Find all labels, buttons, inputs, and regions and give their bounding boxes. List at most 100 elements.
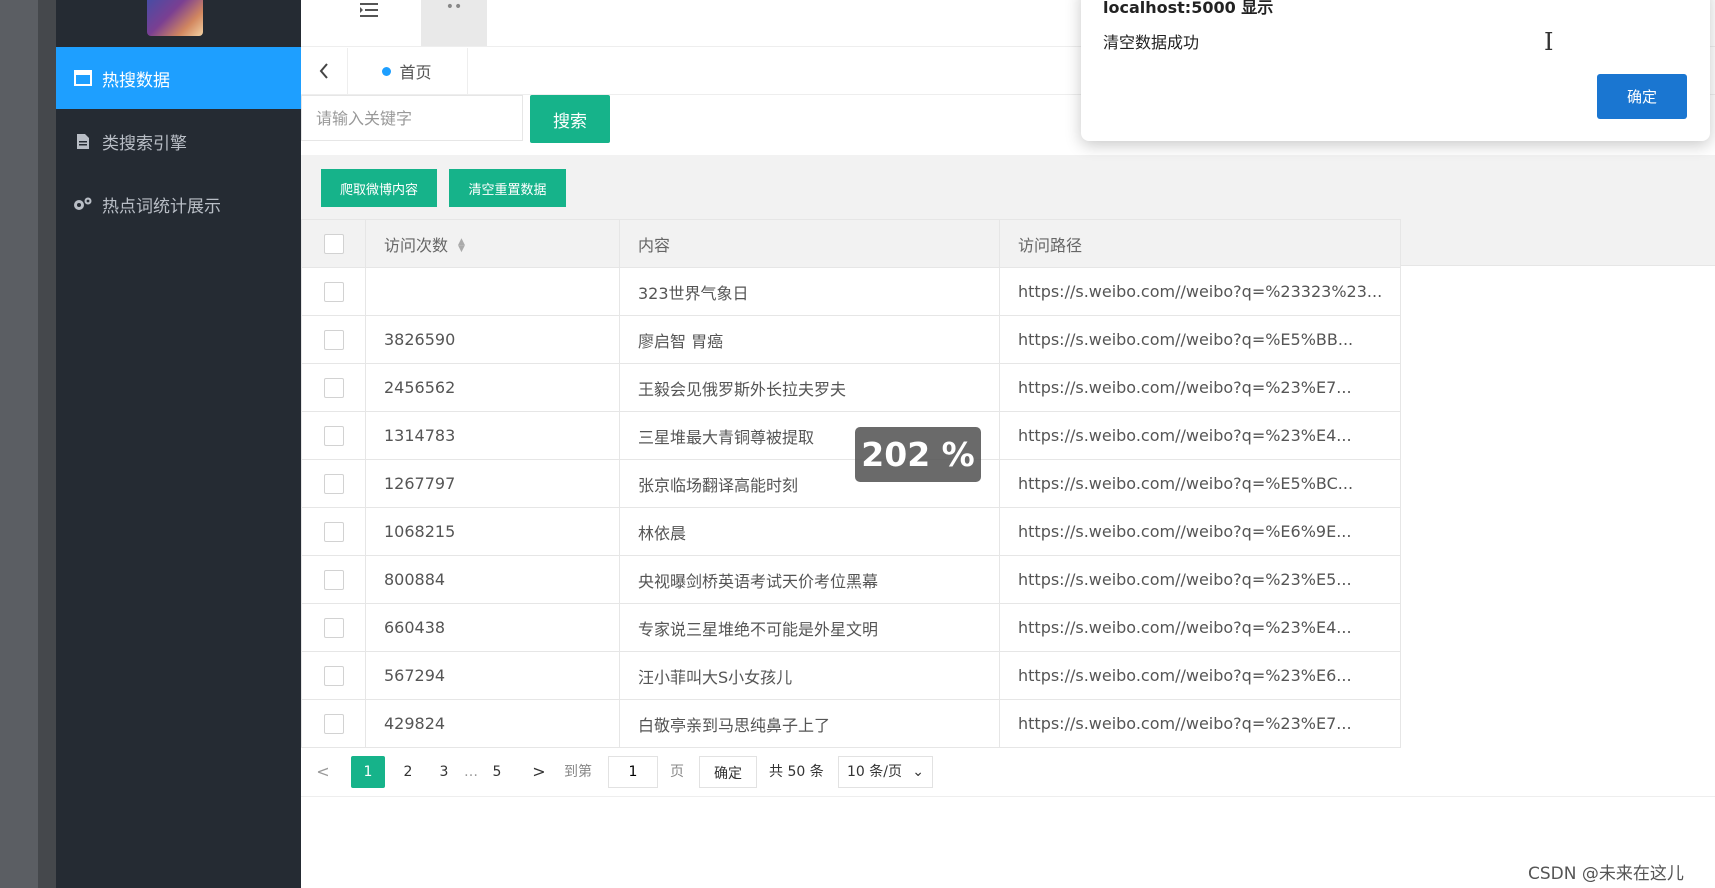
- table-row[interactable]: 1267797 张京临场翻译高能时刻 https://s.weibo.com//we…: [301, 459, 1402, 508]
- row-checkbox-cell: [301, 603, 366, 652]
- sidebar-item-search-engine[interactable]: 类搜索引擎: [56, 110, 301, 172]
- cell-path: https://s.weibo.com//weibo?q=%23%E5...: [998, 555, 1402, 604]
- cell-content: 专家说三星堆绝不可能是外星文明: [619, 603, 1000, 652]
- cell-count: 3826590: [365, 315, 620, 364]
- row-checkbox-cell: [301, 699, 366, 748]
- row-checkbox-cell: [301, 459, 366, 508]
- watermark: CSDN @未来在这儿: [1528, 864, 1684, 884]
- row-checkbox[interactable]: [323, 329, 344, 350]
- pager-page-last[interactable]: 5: [480, 756, 514, 788]
- pager-page-1[interactable]: 1: [351, 756, 385, 788]
- sort-icon[interactable]: ▲ ▼: [458, 238, 465, 254]
- pager-next-icon[interactable]: >: [527, 756, 551, 788]
- gears-icon: [72, 196, 94, 212]
- sidebar-item-hot-word-stats[interactable]: 热点词统计展示: [56, 173, 301, 235]
- cell-path: https://s.weibo.com//weibo?q=%23%E7...: [998, 363, 1402, 412]
- divider: [301, 796, 1715, 797]
- table-row[interactable]: 1314783 三星堆最大青铜尊被提取 https://s.weibo.com//w…: [301, 411, 1402, 460]
- column-header-path: 访问路径: [998, 219, 1402, 268]
- cell-path: https://s.weibo.com//weibo?q=%E5%BC...: [998, 459, 1402, 508]
- cell-content: 白敬亭亲到马思纯鼻子上了: [619, 699, 1000, 748]
- sidebar-item-label: 热点词统计展示: [102, 196, 221, 217]
- cell-content: 王毅会见俄罗斯外长拉夫罗夫: [619, 363, 1000, 412]
- cell-path: https://s.weibo.com//weibo?q=%23%E4...: [998, 411, 1402, 460]
- cell-path: https://s.weibo.com//weibo?q=%23%E7...: [998, 699, 1402, 748]
- clear-data-button[interactable]: 清空重置数据: [449, 169, 566, 207]
- dots-icon: ••: [445, 0, 463, 15]
- pager-goto-input[interactable]: [608, 756, 658, 788]
- table-row[interactable]: 323世界气象日 https://s.weibo.com//weibo?q=%23…: [301, 267, 1402, 316]
- table-row[interactable]: 567294 汪小菲叫大S小女孩儿 https://s.weibo.com//wei…: [301, 651, 1402, 700]
- row-checkbox[interactable]: [323, 569, 344, 590]
- dialog-message: 清空数据成功: [1103, 33, 1200, 52]
- row-checkbox-cell: [301, 651, 366, 700]
- sidebar-item-label: 热搜数据: [102, 70, 170, 91]
- header-tab[interactable]: ••: [421, 0, 487, 46]
- select-all-checkbox[interactable]: [323, 233, 344, 254]
- crawl-weibo-button[interactable]: 爬取微博内容: [321, 169, 437, 207]
- table-row[interactable]: 800884 央视曝剑桥英语考试天价考位黑幕 https://s.weibo.com…: [301, 555, 1402, 604]
- row-checkbox[interactable]: [323, 617, 344, 638]
- cell-count: 660438: [365, 603, 620, 652]
- row-checkbox[interactable]: [323, 713, 344, 734]
- cell-path: https://s.weibo.com//weibo?q=%23323%23..…: [998, 267, 1402, 316]
- table-row[interactable]: 1068215 林依晨 https://s.weibo.com//weibo?q=%…: [301, 507, 1402, 556]
- background-strip-left: [0, 0, 38, 888]
- pager-page-3[interactable]: 3: [427, 756, 461, 788]
- row-checkbox[interactable]: [323, 377, 344, 398]
- text-cursor-icon: I: [1544, 28, 1554, 56]
- cell-count: 1267797: [365, 459, 620, 508]
- table-row[interactable]: 2456562 王毅会见俄罗斯外长拉夫罗夫 https://s.weibo.com/…: [301, 363, 1402, 412]
- cell-path: https://s.weibo.com//weibo?q=%23%E6...: [998, 651, 1402, 700]
- row-checkbox-cell: [301, 507, 366, 556]
- cell-content: 央视曝剑桥英语考试天价考位黑幕: [619, 555, 1000, 604]
- page-size-select[interactable]: 10 条/页 ⌄: [838, 756, 933, 788]
- pager-total: 共 50 条: [769, 764, 824, 780]
- row-checkbox[interactable]: [323, 425, 344, 446]
- window-icon: [72, 70, 94, 86]
- document-icon: [72, 133, 94, 150]
- cell-count: 1068215: [365, 507, 620, 556]
- row-checkbox-cell: [301, 411, 366, 460]
- pager-confirm-button[interactable]: 确定: [699, 756, 757, 788]
- chevron-left-icon[interactable]: [301, 48, 348, 94]
- cell-path: https://s.weibo.com//weibo?q=%E5%BB...: [998, 315, 1402, 364]
- row-checkbox[interactable]: [323, 473, 344, 494]
- pager-prev-icon[interactable]: <: [311, 756, 335, 788]
- sidebar-item-hot-search[interactable]: 热搜数据: [56, 47, 301, 109]
- zoom-level-overlay: 202 %: [855, 427, 981, 482]
- row-checkbox[interactable]: [323, 665, 344, 686]
- search-input[interactable]: [301, 95, 523, 141]
- table-row[interactable]: 3826590 廖启智 胃癌 https://s.weibo.com//weibo?…: [301, 315, 1402, 364]
- dialog-ok-button[interactable]: 确定: [1597, 74, 1687, 119]
- cell-path: https://s.weibo.com//weibo?q=%E6%9E...: [998, 507, 1402, 556]
- background-strip-middle: [38, 0, 56, 888]
- table-row[interactable]: 660438 专家说三星堆绝不可能是外星文明 https://s.weibo.com…: [301, 603, 1402, 652]
- cell-path: https://s.weibo.com//weibo?q=%23%E4...: [998, 603, 1402, 652]
- tab-home[interactable]: 首页: [347, 48, 468, 94]
- pager-ellipsis: …: [464, 764, 478, 780]
- dialog-title: localhost:5000 显示: [1103, 0, 1274, 17]
- tab-home-label: 首页: [399, 63, 432, 82]
- table-header-filler: [1379, 219, 1715, 266]
- row-checkbox[interactable]: [323, 521, 344, 542]
- cell-count: 429824: [365, 699, 620, 748]
- row-checkbox-cell: [301, 315, 366, 364]
- row-checkbox-cell: [301, 555, 366, 604]
- column-header-content: 内容: [619, 219, 1000, 268]
- hot-search-table: 访问次数 ▲ ▼ 内容 访问路径 323世界气象日 https://s.weibo.c…: [301, 219, 1402, 748]
- chevron-down-icon: ⌄: [912, 764, 924, 780]
- pager-goto-label: 到第: [564, 764, 592, 780]
- search-button[interactable]: 搜索: [530, 95, 610, 143]
- sidebar: 热搜数据 类搜索引擎 热点词统计展示: [56, 0, 301, 888]
- menu-toggle-icon[interactable]: [349, 0, 389, 20]
- cell-count: 567294: [365, 651, 620, 700]
- pager-page-2[interactable]: 2: [391, 756, 425, 788]
- column-header-count[interactable]: 访问次数 ▲ ▼: [365, 219, 620, 268]
- cell-content: 323世界气象日: [619, 267, 1000, 316]
- row-checkbox[interactable]: [323, 281, 344, 302]
- table-row[interactable]: 429824 白敬亭亲到马思纯鼻子上了 https://s.weibo.com//w…: [301, 699, 1402, 748]
- cell-content: 汪小菲叫大S小女孩儿: [619, 651, 1000, 700]
- cell-count: 2456562: [365, 363, 620, 412]
- avatar[interactable]: [147, 0, 203, 36]
